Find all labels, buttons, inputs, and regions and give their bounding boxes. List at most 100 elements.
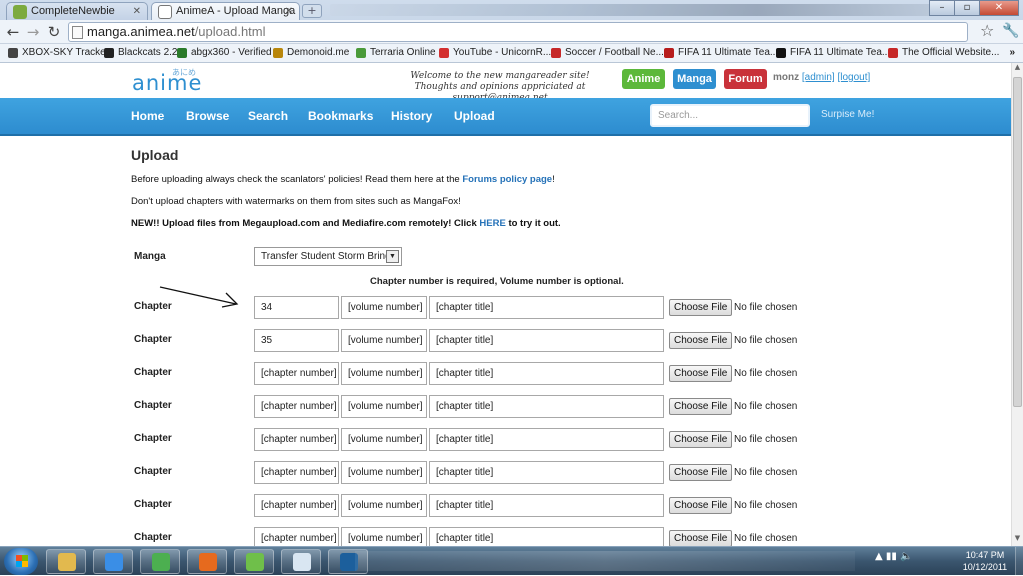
start-button[interactable] [4,548,38,575]
chapter-number-input[interactable]: [chapter number] [254,362,339,385]
nav-bookmarks[interactable]: Bookmarks [308,109,373,123]
choose-file-button[interactable]: Choose File [669,497,733,514]
chapter-title-input[interactable]: [chapter title] [429,296,664,319]
close-icon[interactable]: ✕ [285,3,293,20]
browser-toolbar: ← → ↻ manga.animea.net/upload.html ☆ 🔧 [0,20,1023,44]
bookmarks-overflow-chevron-icon[interactable]: » [1009,44,1015,62]
volume-number-input[interactable]: [volume number] [341,362,427,385]
bookmark-soccer[interactable]: Soccer / Football Ne... [551,44,664,62]
bookmark-terraria[interactable]: Terraria Online [356,44,436,62]
chapter-number-input[interactable]: [chapter number] [254,395,339,418]
clock[interactable]: 10:47 PM 10/12/2011 [955,549,1015,573]
admin-link[interactable]: [admin] [802,72,835,83]
logout-link[interactable]: [logout] [837,72,870,83]
taskbar-app-4[interactable] [234,549,274,574]
choose-file-button[interactable]: Choose File [669,431,733,448]
volume-number-input[interactable]: [volume number] [341,329,427,352]
manga-select[interactable]: Transfer Student Storm Bring ▼ [254,247,402,266]
forums-policy-link[interactable]: Forums policy page [462,174,552,185]
bookmark-official-website[interactable]: The Official Website... [888,44,999,62]
site-logo[interactable]: anime [132,71,202,95]
chapter-title-input[interactable]: [chapter title] [429,329,664,352]
chapter-title-input[interactable]: [chapter title] [429,362,664,385]
dropdown-arrow-icon[interactable]: ▼ [386,250,399,263]
new-tab-button[interactable]: + [302,4,322,18]
network-icon[interactable]: ▮▮ [886,551,897,562]
page-scrollbar[interactable]: ▲ ▼ [1011,63,1023,546]
bookmark-blackcats[interactable]: Blackcats 2.2 [104,44,177,62]
choose-file-button[interactable]: Choose File [669,299,733,316]
bookmark-star-icon[interactable]: ☆ [980,21,994,40]
taskbar-app-0[interactable] [46,549,86,574]
manga-selected-value: Transfer Student Storm Bring [261,251,391,262]
volume-number-input[interactable]: [volume number] [341,461,427,484]
taskbar-app-2[interactable] [140,549,180,574]
nav-browse[interactable]: Browse [186,109,229,123]
tray-expand-icon[interactable]: ▲ [875,551,883,562]
choose-file-button[interactable]: Choose File [669,332,733,349]
tab-animea-upload[interactable]: AnimeA - Upload Manga ✕ [151,2,300,20]
tab-favicon-icon [13,5,27,19]
volume-number-input[interactable]: [volume number] [341,527,427,546]
window-close-icon[interactable]: ✕ [979,0,1019,16]
firefox-icon [199,553,217,571]
taskbar-app-1[interactable] [93,549,133,574]
reload-icon[interactable]: ↻ [45,23,63,41]
chapter-number-input[interactable]: 35 [254,329,339,352]
nav-upload[interactable]: Upload [454,109,495,123]
chapter-title-input[interactable]: [chapter title] [429,527,664,546]
tab-favicon-icon [158,5,172,19]
chapter-title-input[interactable]: [chapter title] [429,494,664,517]
bookmark-abgx360[interactable]: abgx360 - Verified [177,44,272,62]
back-arrow-icon[interactable]: ← [4,23,22,41]
explorer-icon [58,553,76,571]
volume-number-input[interactable]: [volume number] [341,494,427,517]
bookmark-fifa-1[interactable]: FIFA 11 Ultimate Tea... [664,44,778,62]
nav-home[interactable]: Home [131,109,164,123]
chapter-number-input[interactable]: [chapter number] [254,494,339,517]
chapter-title-input[interactable]: [chapter title] [429,395,664,418]
scroll-thumb[interactable] [1013,77,1022,407]
scroll-down-icon[interactable]: ▼ [1012,534,1023,546]
close-icon[interactable]: ✕ [133,3,141,20]
bookmark-youtube[interactable]: YouTube - UnicornR... [439,44,551,62]
address-bar[interactable]: manga.animea.net/upload.html [68,22,968,42]
page-title: Upload [131,147,179,163]
forum-button[interactable]: Forum [724,69,767,89]
chapter-number-input[interactable]: [chapter number] [254,461,339,484]
chapter-title-input[interactable]: [chapter title] [429,428,664,451]
nav-history[interactable]: History [391,109,432,123]
forward-arrow-icon[interactable]: → [24,23,42,41]
choose-file-button[interactable]: Choose File [669,464,733,481]
manga-button[interactable]: Manga [673,69,716,89]
remote-upload-here-link[interactable]: HERE [479,218,505,229]
choose-file-button[interactable]: Choose File [669,365,733,382]
ea-icon [776,48,786,58]
choose-file-button[interactable]: Choose File [669,530,733,546]
anime-button[interactable]: Anime [622,69,665,89]
bookmark-demonoid[interactable]: Demonoid.me [273,44,349,62]
nav-search[interactable]: Search [248,109,288,123]
minimize-icon[interactable]: – [929,0,955,16]
taskbar-app-3[interactable] [187,549,227,574]
surprise-me-link[interactable]: Surpise Me! [821,109,874,120]
volume-icon[interactable]: 🔈 [900,551,912,562]
tab-completenewbie[interactable]: CompleteNewbie ✕ [6,2,148,20]
choose-file-button[interactable]: Choose File [669,398,733,415]
volume-number-input[interactable]: [volume number] [341,296,427,319]
site-search-input[interactable]: Search... [650,104,810,127]
scroll-up-icon[interactable]: ▲ [1012,63,1023,75]
volume-number-input[interactable]: [volume number] [341,428,427,451]
chapter-label: Chapter [134,400,172,411]
taskbar-app-5[interactable] [281,549,321,574]
bookmark-xbox-sky[interactable]: XBOX-SKY Tracker [8,44,109,62]
chapter-number-input[interactable]: [chapter number] [254,527,339,546]
chapter-number-input[interactable]: 34 [254,296,339,319]
bookmark-fifa-2[interactable]: FIFA 11 Ultimate Tea... [776,44,890,62]
wrench-menu-icon[interactable]: 🔧 [1002,23,1019,39]
chapter-number-input[interactable]: [chapter number] [254,428,339,451]
show-desktop-button[interactable] [1015,547,1023,576]
chapter-title-input[interactable]: [chapter title] [429,461,664,484]
volume-number-input[interactable]: [volume number] [341,395,427,418]
maximize-icon[interactable]: ▫ [954,0,980,16]
